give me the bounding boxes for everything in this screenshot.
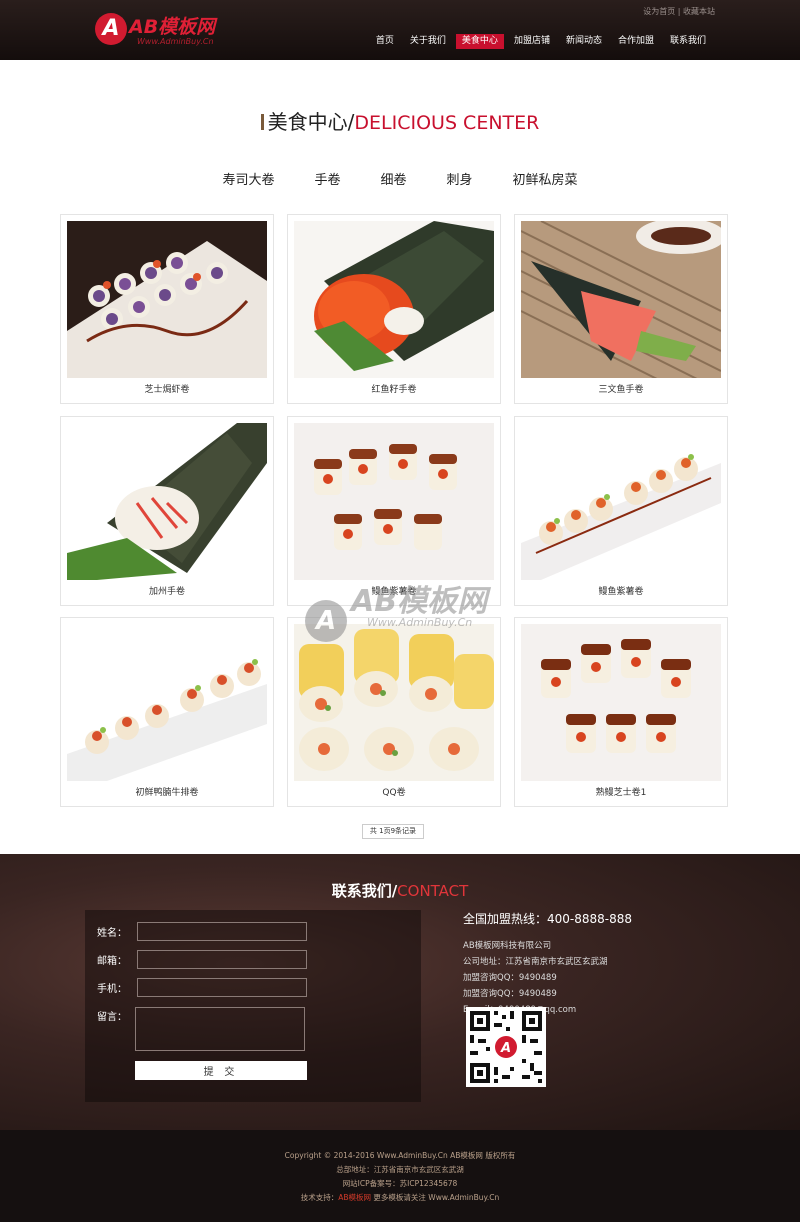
- product-name[interactable]: 鳗鱼紫薯卷: [288, 584, 500, 597]
- footer-address: 总部地址：江苏省南京市玄武区玄武湖: [336, 1165, 464, 1174]
- nav-franchise[interactable]: 合作加盟: [612, 34, 660, 49]
- beef-roll-photo[interactable]: [67, 624, 267, 781]
- email-field[interactable]: [137, 950, 307, 969]
- footer-support: 技术支持：AB模板网 更多模板请关注 Www.AdminBuy.Cn: [0, 1192, 800, 1203]
- product-card[interactable]: 三文鱼手卷: [514, 214, 728, 404]
- footer-copyright: Copyright © 2014-2016 Www.AdminBuy.Cn AB…: [284, 1151, 516, 1160]
- eel-roll-plate-photo[interactable]: [521, 423, 721, 580]
- submit-button[interactable]: 提 交: [135, 1061, 307, 1080]
- main-nav: 首页 关于我们 美食中心 加盟店铺 新闻动态 合作加盟 联系我们: [366, 34, 712, 49]
- product-name[interactable]: 鳗鱼紫薯卷: [515, 584, 727, 597]
- product-name[interactable]: 加州手卷: [61, 584, 273, 597]
- product-card[interactable]: 鳗鱼紫薯卷: [287, 416, 501, 606]
- salmon-hand-roll-photo[interactable]: [521, 221, 721, 378]
- qq-line-1: 加盟咨询QQ：9490489: [463, 973, 557, 983]
- product-card[interactable]: 熟鳗芝士卷1: [514, 617, 728, 807]
- name-label: 姓名：: [97, 928, 127, 939]
- name-field[interactable]: [137, 922, 307, 941]
- set-homepage-link[interactable]: 设为首页: [643, 7, 675, 16]
- tab-sashimi[interactable]: 刺身: [447, 169, 473, 188]
- product-card[interactable]: 红鱼籽手卷: [287, 214, 501, 404]
- qq-roll-photo[interactable]: [294, 624, 494, 781]
- bookmark-link[interactable]: 收藏本站: [683, 7, 715, 16]
- nav-contact[interactable]: 联系我们: [664, 34, 712, 49]
- eel-roll-photo[interactable]: [294, 423, 494, 580]
- product-card[interactable]: 芝士焗虾卷: [60, 214, 274, 404]
- phone-label: 手机：: [97, 984, 127, 995]
- tab-thin-roll[interactable]: 细卷: [380, 169, 406, 188]
- nav-about[interactable]: 关于我们: [404, 34, 452, 49]
- hand-roll-roe-photo[interactable]: [294, 221, 494, 378]
- message-label: 留言：: [97, 1012, 127, 1023]
- company-address: 公司地址：江苏省南京市玄武区玄武湖: [463, 957, 608, 967]
- company-name: AB模板网科技有限公司: [463, 941, 552, 951]
- tab-sushi-roll[interactable]: 寿司大卷: [222, 169, 274, 188]
- footer-support-prefix: 技术支持：: [300, 1193, 339, 1202]
- product-card[interactable]: 鳗鱼紫薯卷: [514, 416, 728, 606]
- cooked-eel-roll-photo[interactable]: [521, 624, 721, 781]
- product-card[interactable]: 加州手卷: [60, 416, 274, 606]
- product-name[interactable]: 红鱼籽手卷: [288, 382, 500, 395]
- email-label: 邮箱：: [97, 956, 127, 967]
- product-card[interactable]: 初鲜鸭腩牛排卷: [60, 617, 274, 807]
- nav-stores[interactable]: 加盟店铺: [508, 34, 556, 49]
- section-title-cn: 美食中心/: [267, 110, 355, 134]
- site-footer: Copyright © 2014-2016 Www.AdminBuy.Cn AB…: [0, 1130, 800, 1222]
- footer-support-suffix: 更多模板请关注 Www.AdminBuy.Cn: [371, 1193, 500, 1202]
- top-links: 设为首页 | 收藏本站: [643, 6, 715, 17]
- nav-home[interactable]: 首页: [370, 34, 400, 49]
- product-card[interactable]: QQ卷: [287, 617, 501, 807]
- pagination-info[interactable]: 共 1页9条记录: [362, 824, 424, 839]
- qr-logo-mark: A: [500, 1041, 511, 1056]
- logo-text: AB模板网: [129, 16, 216, 38]
- product-name[interactable]: 三文鱼手卷: [515, 382, 727, 395]
- logo-mark: A: [95, 13, 127, 45]
- contact-section: 联系我们/CONTACT 姓名： 邮箱： 手机： 留言： 提 交 全国加盟热线：…: [0, 854, 800, 1130]
- sushi-roll-photo[interactable]: [67, 221, 267, 378]
- contact-title: 联系我们/CONTACT: [0, 880, 800, 901]
- title-bar-decoration: [260, 113, 264, 130]
- qr-code-icon: A: [466, 1007, 546, 1087]
- contact-info: 全国加盟热线：400-8888-888 AB模板网科技有限公司 公司地址：江苏省…: [463, 910, 632, 1019]
- tab-hand-roll[interactable]: 手卷: [314, 169, 340, 188]
- qq-line-2: 加盟咨询QQ：9490489: [463, 989, 557, 999]
- product-name[interactable]: 熟鳗芝士卷1: [515, 785, 727, 798]
- site-logo[interactable]: A AB模板网 Www.AdminBuy.Cn: [95, 10, 245, 50]
- franchise-hotline: 全国加盟热线：400-8888-888: [463, 912, 633, 926]
- section-title: 美食中心/DELICIOUS CENTER: [0, 106, 800, 135]
- california-hand-roll-photo[interactable]: [67, 423, 267, 580]
- logo-subtext: Www.AdminBuy.Cn: [137, 37, 214, 46]
- contact-title-cn: 联系我们/: [331, 882, 398, 900]
- contact-form: 姓名： 邮箱： 手机： 留言： 提 交: [85, 910, 421, 1102]
- nav-food-center[interactable]: 美食中心: [455, 34, 504, 49]
- section-title-en: DELICIOUS CENTER: [354, 112, 540, 134]
- nav-news[interactable]: 新闻动态: [560, 34, 608, 49]
- footer-icp: 网站ICP备案号：苏ICP12345678: [342, 1179, 458, 1188]
- phone-field[interactable]: [137, 978, 307, 997]
- site-header: A AB模板网 Www.AdminBuy.Cn 设为首页 | 收藏本站 首页 关…: [0, 0, 800, 60]
- category-tabs: 寿司大卷 手卷 细卷 刺身 初鲜私房菜: [0, 169, 800, 188]
- tab-private-dishes[interactable]: 初鲜私房菜: [513, 169, 578, 188]
- contact-title-en: CONTACT: [397, 882, 469, 900]
- product-name[interactable]: QQ卷: [288, 785, 500, 798]
- footer-support-link[interactable]: AB模板网: [338, 1193, 371, 1202]
- product-name[interactable]: 芝士焗虾卷: [61, 382, 273, 395]
- message-field[interactable]: [135, 1007, 305, 1051]
- product-name[interactable]: 初鲜鸭腩牛排卷: [61, 785, 273, 798]
